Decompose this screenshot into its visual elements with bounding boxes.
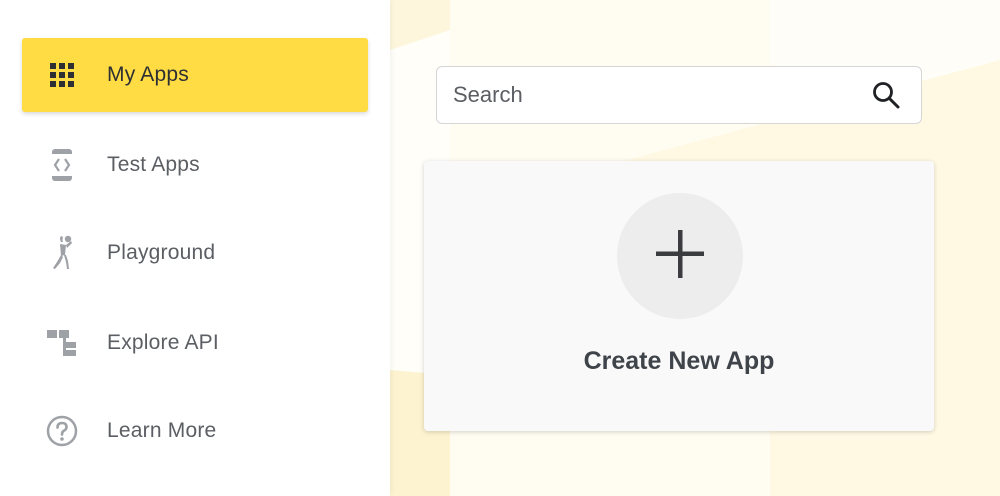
sidebar: My Apps Test Apps Playground Explore API… (0, 0, 390, 496)
sidebar-item-learn-more[interactable]: Learn More (22, 394, 368, 468)
sidebar-item-my-apps[interactable]: My Apps (22, 38, 368, 112)
sidebar-item-label: Learn More (107, 419, 217, 442)
sidebar-item-label: My Apps (107, 63, 189, 86)
sidebar-item-playground[interactable]: Playground (22, 216, 368, 290)
sidebar-item-explore-api[interactable]: Explore API (22, 306, 368, 380)
main-content: Create New App (390, 0, 1000, 496)
plus-circle[interactable] (617, 193, 743, 319)
code-device-icon (46, 149, 78, 181)
plus-icon (654, 228, 706, 285)
sidebar-item-label: Playground (107, 241, 216, 264)
hierarchy-icon (46, 327, 78, 359)
help-circle-icon (46, 415, 78, 447)
sidebar-item-label: Test Apps (107, 153, 200, 176)
search-input[interactable] (453, 82, 853, 108)
create-new-app-card[interactable]: Create New App (424, 161, 934, 431)
create-new-app-label: Create New App (583, 347, 775, 375)
sidebar-item-test-apps[interactable]: Test Apps (22, 128, 368, 202)
grid-icon (46, 59, 78, 91)
search-icon[interactable] (871, 80, 901, 110)
person-playing-icon (46, 235, 78, 269)
search-box[interactable] (436, 66, 922, 124)
app-root: My Apps Test Apps Playground Explore API… (0, 0, 1000, 496)
sidebar-item-label: Explore API (107, 331, 219, 354)
